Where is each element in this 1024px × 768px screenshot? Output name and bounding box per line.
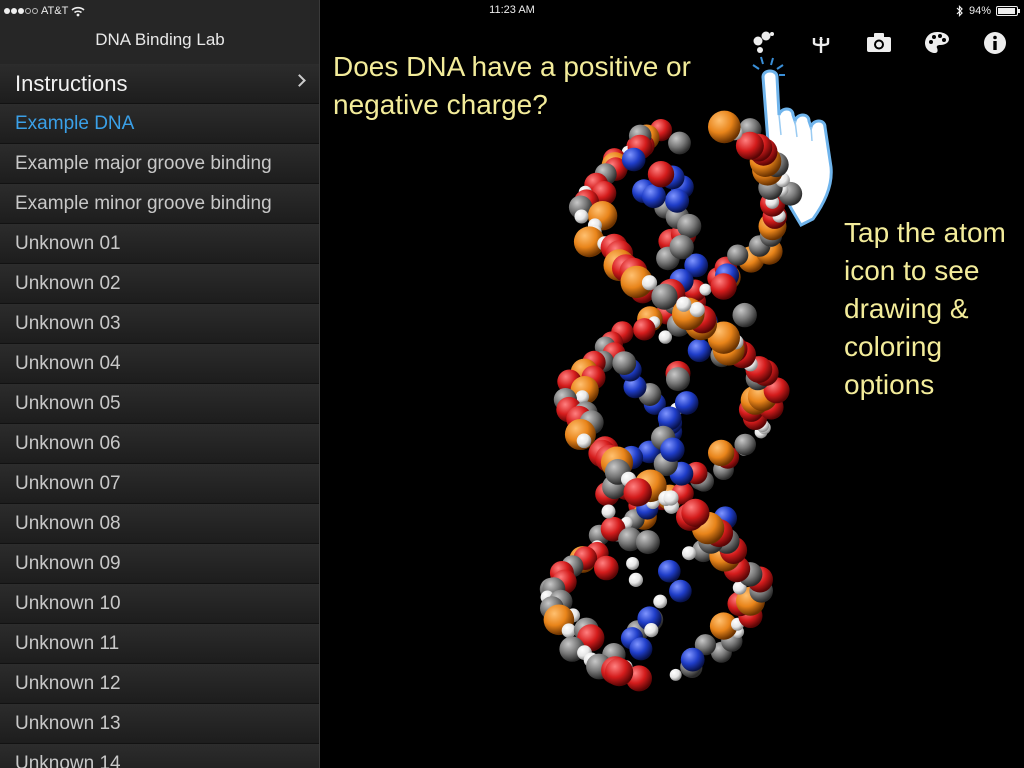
atom — [682, 546, 696, 561]
atom — [628, 572, 643, 587]
list-item-label: Example minor groove binding — [15, 192, 272, 214]
atom — [658, 559, 681, 583]
wifi-icon — [71, 6, 85, 16]
status-time: 11:23 AM — [489, 4, 535, 16]
atom — [653, 594, 668, 609]
hint-annotation: Tap the atom icon to see drawing & color… — [844, 217, 1006, 400]
list-item-label: Unknown 02 — [15, 272, 121, 294]
list-item-label: Example DNA — [15, 112, 135, 134]
atom — [605, 658, 634, 687]
list-item[interactable]: Unknown 01 — [0, 224, 319, 264]
sidebar: AT&T DNA Binding Lab Instructions Example… — [0, 0, 320, 768]
list-item[interactable]: Unknown 14 — [0, 744, 319, 768]
list-item[interactable]: Unknown 04 — [0, 344, 319, 384]
atom — [594, 555, 619, 581]
battery-fill — [998, 8, 1015, 14]
atom — [669, 579, 692, 603]
atom — [663, 490, 679, 506]
list-item-label: Unknown 06 — [15, 432, 121, 454]
list-item[interactable]: Unknown 06 — [0, 424, 319, 464]
list-item[interactable]: Example minor groove binding — [0, 184, 319, 224]
atom — [623, 478, 652, 507]
list-item-label: Unknown 10 — [15, 592, 121, 614]
atom — [660, 437, 685, 462]
list-item-label: Unknown 04 — [15, 352, 121, 374]
atom — [635, 530, 660, 555]
atom — [727, 244, 749, 266]
atom — [710, 273, 737, 300]
atom — [699, 283, 712, 296]
list-item[interactable]: Unknown 08 — [0, 504, 319, 544]
list-item-label: Unknown 14 — [15, 752, 121, 768]
atom — [626, 557, 640, 570]
list-item[interactable]: Unknown 05 — [0, 384, 319, 424]
atom — [621, 147, 646, 172]
palette-icon[interactable] — [921, 27, 953, 59]
camera-icon[interactable] — [863, 27, 895, 59]
atom — [633, 318, 656, 341]
bluetooth-icon — [956, 5, 963, 17]
list-item[interactable]: Unknown 09 — [0, 544, 319, 584]
atom — [576, 433, 592, 449]
atom — [666, 367, 690, 392]
atom — [708, 110, 741, 144]
list-item-label: Unknown 03 — [15, 312, 121, 334]
list-item[interactable]: Unknown 10 — [0, 584, 319, 624]
battery-icon — [996, 6, 1020, 16]
atom — [647, 161, 675, 188]
atom — [676, 296, 692, 312]
main-view: 11:23 AM 94% Does DNA have a positive or… — [321, 0, 1024, 768]
list-item-label: Unknown 07 — [15, 472, 121, 494]
list-item-label: Unknown 11 — [15, 632, 120, 654]
list-item-label: Unknown 08 — [15, 512, 121, 534]
list-item[interactable]: Unknown 03 — [0, 304, 319, 344]
list-item-label: Example major groove binding — [15, 152, 272, 174]
list-item[interactable]: Unknown 11 — [0, 624, 319, 664]
atom — [732, 302, 757, 328]
list-item[interactable]: Example DNA — [0, 104, 319, 144]
list-item-label: Unknown 01 — [15, 232, 121, 254]
list-item[interactable]: Unknown 13 — [0, 704, 319, 744]
atom — [669, 234, 694, 260]
atom — [641, 184, 666, 209]
list-item[interactable]: Unknown 02 — [0, 264, 319, 304]
atom — [612, 351, 637, 375]
status-left: AT&T — [4, 3, 85, 19]
atom — [665, 188, 690, 213]
chevron-right-icon — [293, 74, 306, 87]
sidebar-list: Instructions Example DNA Example major gro… — [0, 64, 319, 768]
atom — [677, 213, 702, 239]
atom — [668, 131, 691, 155]
atom — [574, 209, 589, 224]
atom — [680, 647, 705, 672]
carrier-label: AT&T — [41, 5, 69, 17]
battery-label: 94% — [968, 5, 991, 17]
instructions-item[interactable]: Instructions — [0, 64, 319, 104]
list-item-label: Unknown 12 — [15, 672, 121, 694]
list-item[interactable]: Unknown 07 — [0, 464, 319, 504]
list-item[interactable]: Unknown 12 — [0, 664, 319, 704]
info-icon[interactable] — [979, 27, 1011, 59]
list-item-label: Instructions — [15, 70, 128, 96]
list-item-label: Unknown 13 — [15, 712, 121, 734]
atom — [601, 504, 616, 519]
atom — [629, 637, 653, 661]
list-item[interactable]: Example major groove binding — [0, 144, 319, 184]
status-right: 94% — [956, 3, 1020, 19]
atom — [734, 433, 756, 456]
dna-molecule-view[interactable] — [471, 110, 871, 700]
atom — [644, 623, 659, 638]
sidebar-title: DNA Binding Lab — [95, 30, 225, 49]
atom — [689, 302, 705, 318]
atom — [681, 498, 710, 527]
atom — [669, 668, 682, 681]
list-item-label: Unknown 05 — [15, 392, 121, 414]
list-item-label: Unknown 09 — [15, 552, 121, 574]
signal-icon — [4, 8, 38, 14]
atom — [651, 283, 678, 310]
atom — [708, 439, 735, 467]
atom — [687, 338, 711, 363]
